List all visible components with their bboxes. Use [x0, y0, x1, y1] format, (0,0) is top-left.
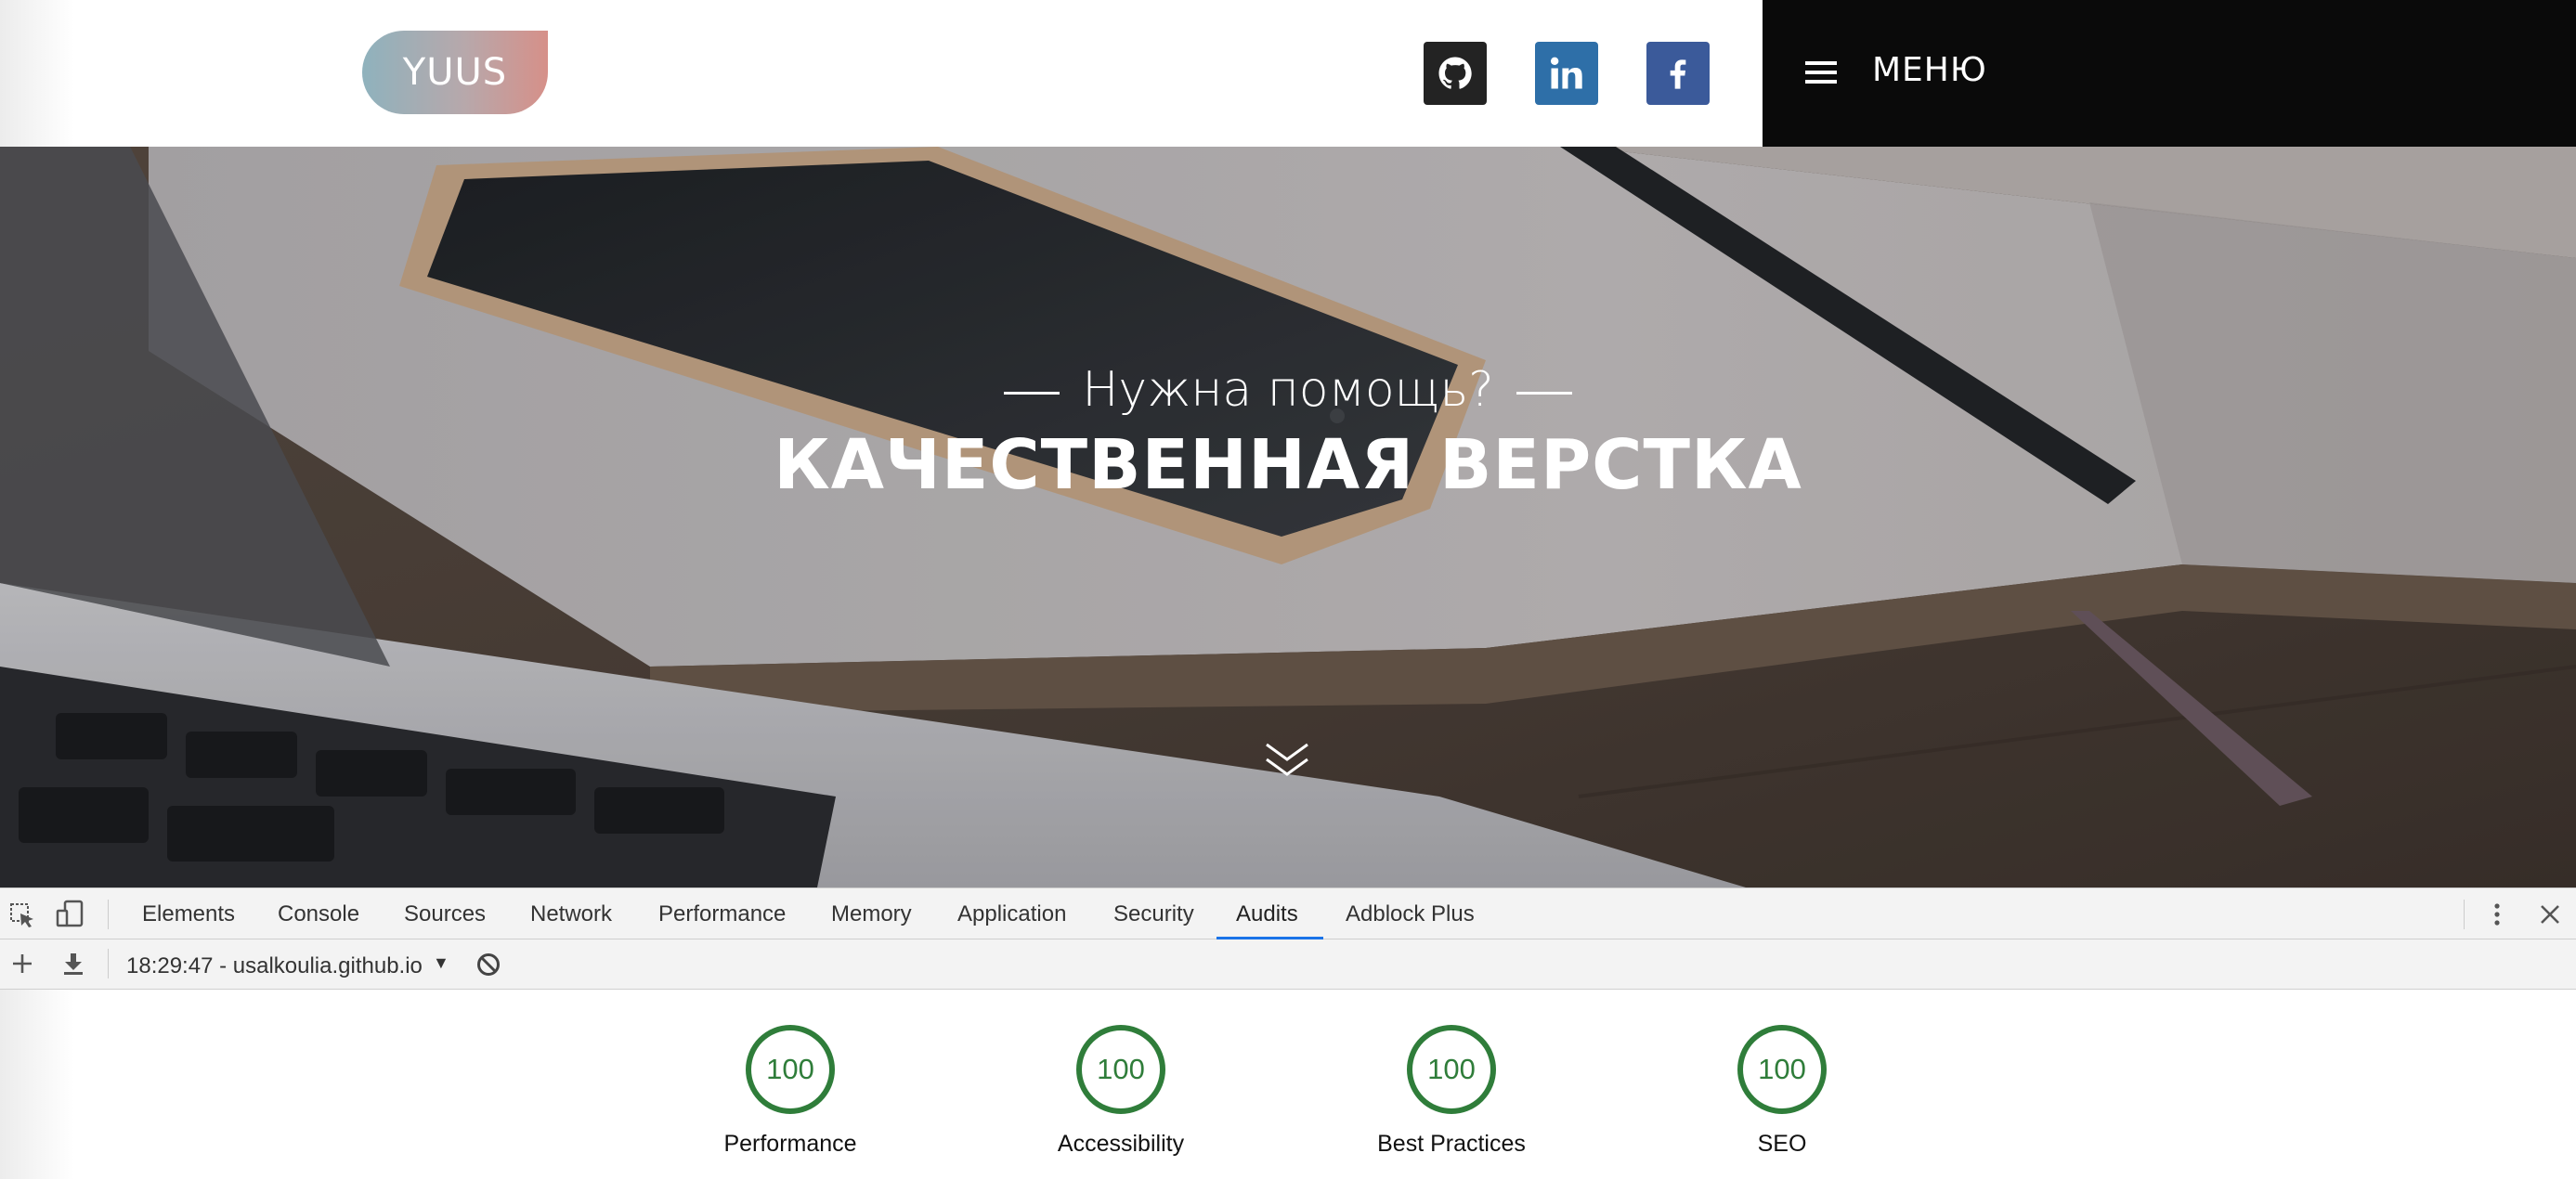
github-icon	[1438, 57, 1472, 89]
toolbar-divider	[2464, 900, 2465, 929]
clear-icon[interactable]	[475, 952, 501, 978]
seo-score-gauge[interactable]: 100	[1737, 1025, 1827, 1114]
tab-memory[interactable]: Memory	[831, 888, 912, 939]
tab-adblock-plus[interactable]: Adblock Plus	[1346, 888, 1475, 939]
best-practices-score-label: Best Practices	[1377, 1131, 1526, 1157]
performance-score-label: Performance	[723, 1131, 857, 1157]
subtitle-dash-left	[1004, 391, 1060, 395]
tab-network[interactable]: Network	[530, 888, 612, 939]
content-edge-shade	[0, 990, 74, 1179]
best-practices-score-gauge[interactable]: 100	[1407, 1025, 1496, 1114]
devtools-tab-bar: Elements Console Sources Network Perform…	[0, 887, 2576, 939]
facebook-link[interactable]	[1646, 42, 1710, 105]
toolbar-divider	[108, 949, 109, 978]
seo-score-label: SEO	[1757, 1131, 1807, 1157]
performance-score-gauge[interactable]: 100	[746, 1025, 835, 1114]
device-toolbar-icon[interactable]	[56, 900, 85, 929]
hero-title: КАЧЕСТВЕННАЯ ВЕРСТКА	[774, 425, 1802, 505]
hamburger-icon	[1805, 61, 1837, 84]
plus-icon[interactable]	[11, 952, 33, 975]
menu-button[interactable]: МЕНЮ	[1763, 0, 2576, 147]
download-icon[interactable]	[61, 952, 85, 976]
accessibility-score-gauge[interactable]: 100	[1076, 1025, 1165, 1114]
subtitle-dash-right	[1516, 391, 1572, 395]
dropdown-arrow-icon[interactable]: ▼	[433, 953, 449, 973]
tab-console[interactable]: Console	[278, 888, 359, 939]
hero-section: Нужна помощь? КАЧЕСТВЕННАЯ ВЕРСТКА	[0, 147, 2576, 887]
audits-toolbar: 18:29:47 - usalkoulia.github.io ▼	[0, 939, 2576, 990]
tab-security[interactable]: Security	[1113, 888, 1194, 939]
site-header: YUUS МЕНЮ	[0, 0, 2576, 147]
hero-subtitle-text: Нужна помощь?	[1082, 362, 1494, 418]
tab-application[interactable]: Application	[957, 888, 1066, 939]
linkedin-link[interactable]	[1535, 42, 1598, 105]
linkedin-icon	[1550, 57, 1582, 89]
tab-sources[interactable]: Sources	[404, 888, 486, 939]
hero-subtitle: Нужна помощь?	[0, 362, 2576, 418]
report-selector[interactable]: 18:29:47 - usalkoulia.github.io	[126, 953, 423, 979]
more-options-icon[interactable]	[2489, 900, 2505, 928]
audit-scores: 100 Performance 100 Accessibility 100 Be…	[0, 990, 2576, 1179]
double-chevron-down-icon[interactable]	[1265, 741, 1309, 780]
inspect-element-icon[interactable]	[9, 902, 35, 928]
menu-label: МЕНЮ	[1872, 51, 1987, 89]
tab-elements[interactable]: Elements	[142, 888, 235, 939]
toolbar-divider	[108, 900, 109, 929]
tab-performance[interactable]: Performance	[658, 888, 786, 939]
close-icon[interactable]	[2539, 903, 2561, 926]
github-link[interactable]	[1424, 42, 1487, 105]
tab-audits[interactable]: Audits	[1236, 888, 1298, 939]
devtools-panel: Elements Console Sources Network Perform…	[0, 887, 2576, 1179]
accessibility-score-label: Accessibility	[1057, 1131, 1185, 1157]
header-edge-shade	[0, 0, 74, 147]
facebook-icon	[1670, 59, 1686, 89]
site-logo[interactable]: YUUS	[362, 31, 548, 114]
